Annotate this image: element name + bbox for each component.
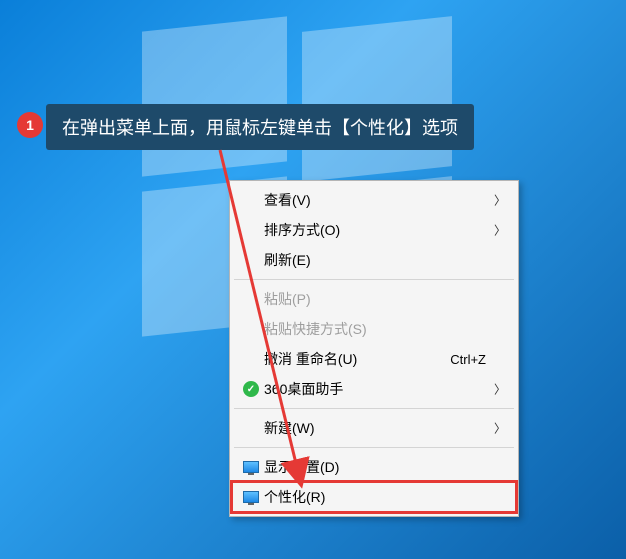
menu-item-360-assistant[interactable]: ✓ 360桌面助手 〉	[232, 374, 516, 404]
chevron-right-icon: 〉	[494, 222, 506, 239]
chevron-right-icon: 〉	[494, 381, 506, 398]
menu-item-display-settings[interactable]: 显示设置(D)	[232, 452, 516, 482]
menu-item-new[interactable]: 新建(W) 〉	[232, 413, 516, 443]
monitor-icon	[243, 461, 259, 473]
menu-item-refresh[interactable]: 刷新(E)	[232, 245, 516, 275]
chevron-right-icon: 〉	[494, 420, 506, 437]
menu-label: 显示设置(D)	[264, 457, 506, 477]
menu-item-undo-rename[interactable]: 撤消 重命名(U) Ctrl+Z	[232, 344, 516, 374]
menu-shortcut: Ctrl+Z	[450, 352, 506, 367]
menu-label: 360桌面助手	[264, 379, 506, 399]
menu-separator	[234, 408, 514, 409]
menu-separator	[234, 279, 514, 280]
menu-label: 排序方式(O)	[264, 220, 506, 240]
chevron-right-icon: 〉	[494, 192, 506, 209]
menu-item-paste: 粘贴(P)	[232, 284, 516, 314]
monitor-icon	[243, 491, 259, 503]
menu-item-paste-shortcut: 粘贴快捷方式(S)	[232, 314, 516, 344]
menu-label: 刷新(E)	[264, 250, 506, 270]
instruction-callout: 在弹出菜单上面，用鼠标左键单击【个性化】选项	[46, 104, 474, 150]
menu-label: 粘贴快捷方式(S)	[264, 319, 506, 339]
menu-label: 粘贴(P)	[264, 289, 506, 309]
step-badge: 1	[17, 112, 43, 138]
desktop[interactable]: 1 在弹出菜单上面，用鼠标左键单击【个性化】选项 查看(V) 〉 排序方式(O)…	[0, 0, 626, 559]
context-menu: 查看(V) 〉 排序方式(O) 〉 刷新(E) 粘贴(P) 粘贴快捷方式(S) …	[229, 180, 519, 517]
menu-label: 查看(V)	[264, 190, 506, 210]
menu-item-personalize[interactable]: 个性化(R)	[232, 482, 516, 512]
menu-item-view[interactable]: 查看(V) 〉	[232, 185, 516, 215]
menu-separator	[234, 447, 514, 448]
menu-label: 个性化(R)	[264, 487, 506, 507]
360-icon: ✓	[243, 381, 259, 397]
menu-label: 新建(W)	[264, 418, 506, 438]
menu-label: 撤消 重命名(U)	[264, 349, 450, 369]
menu-item-sort[interactable]: 排序方式(O) 〉	[232, 215, 516, 245]
